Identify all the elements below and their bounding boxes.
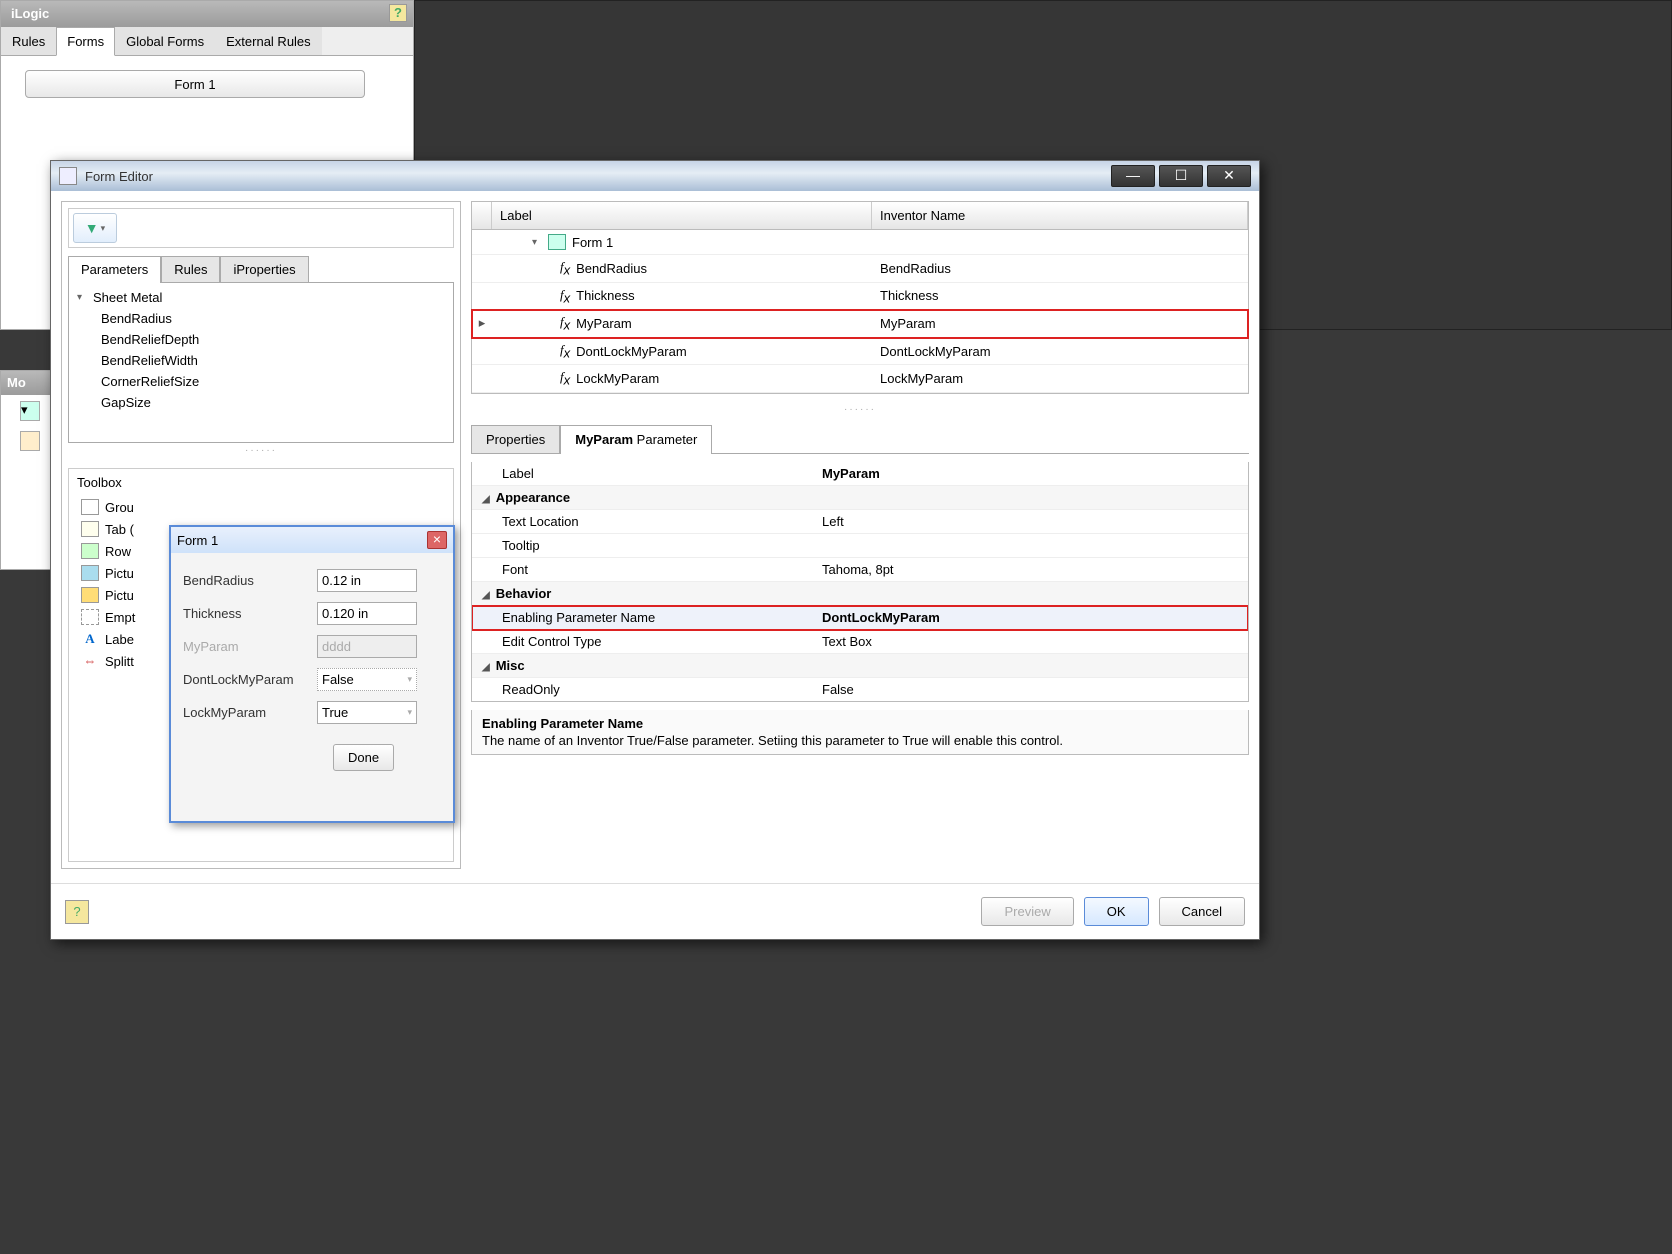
property-description-text: The name of an Inventor True/False param… — [482, 733, 1238, 748]
form-editor-icon — [59, 167, 77, 185]
tab-icon — [81, 521, 99, 537]
tree-node-sheet-metal[interactable]: ▾ Sheet Metal — [73, 287, 449, 308]
property-description-title: Enabling Parameter Name — [482, 716, 1238, 731]
filter-icon[interactable]: ▾ — [20, 401, 40, 421]
parameters-tree[interactable]: ▾ Sheet Metal BendRadius BendReliefDepth… — [68, 283, 454, 443]
toolbox-item-group[interactable]: Grou — [77, 496, 445, 518]
help-icon[interactable]: ? — [389, 4, 407, 22]
maximize-button[interactable]: ☐ — [1159, 165, 1203, 187]
form1-label: LockMyParam — [183, 705, 311, 720]
collapse-icon[interactable]: ◢ — [482, 662, 490, 673]
form1-label: MyParam — [183, 639, 311, 654]
form-icon — [548, 234, 566, 250]
thickness-field[interactable] — [317, 602, 417, 625]
part-icon[interactable] — [20, 431, 40, 451]
form-editor-window: Form Editor — ☐ ✕ ▼ ▾ Parameters Rules i… — [50, 160, 1260, 940]
tree-row-param[interactable]: fxLockMyParam LockMyParam — [472, 365, 1248, 393]
row-icon — [81, 543, 99, 559]
tab-global-forms[interactable]: Global Forms — [115, 27, 215, 55]
picture-folder-icon — [81, 587, 99, 603]
splitter-icon: ⇔ — [81, 653, 99, 669]
form1-label: Thickness — [183, 606, 311, 621]
tab-forms[interactable]: Forms — [56, 27, 115, 56]
form1-title-text: Form 1 — [177, 533, 218, 548]
close-icon[interactable]: × — [427, 531, 447, 549]
form-button[interactable]: Form 1 — [25, 70, 365, 98]
fx-icon: fx — [560, 369, 570, 388]
form1-label: BendRadius — [183, 573, 311, 588]
help-button[interactable]: ? — [65, 900, 89, 924]
form-editor-titlebar[interactable]: Form Editor — ☐ ✕ — [51, 161, 1259, 191]
fx-icon: fx — [560, 314, 570, 333]
chevron-down-icon: ▾ — [407, 674, 412, 685]
picture-icon — [81, 565, 99, 581]
ilogic-tabs: Rules Forms Global Forms External Rules — [1, 27, 413, 56]
myparam-field — [317, 635, 417, 658]
dontlockmyparam-select[interactable]: False▾ — [317, 668, 417, 691]
tab-properties[interactable]: Properties — [471, 425, 560, 453]
done-button[interactable]: Done — [333, 744, 394, 771]
tab-rules[interactable]: Rules — [161, 256, 220, 282]
property-description: Enabling Parameter Name The name of an I… — [471, 710, 1249, 755]
minimize-button[interactable]: — — [1111, 165, 1155, 187]
fx-icon: fx — [560, 342, 570, 361]
tree-item[interactable]: GapSize — [73, 392, 449, 413]
column-header-label[interactable]: Label — [492, 202, 872, 229]
tree-item[interactable]: CornerReliefSize — [73, 371, 449, 392]
label-icon: A — [81, 631, 99, 647]
chevron-down-icon: ▾ — [532, 237, 542, 248]
gutter-header — [472, 202, 492, 229]
chevron-down-icon: ▾ — [407, 707, 412, 718]
tab-parameters[interactable]: Parameters — [68, 256, 161, 283]
close-button[interactable]: ✕ — [1207, 165, 1251, 187]
empty-icon — [81, 609, 99, 625]
form-editor-title: Form Editor — [85, 169, 1103, 184]
lockmyparam-select[interactable]: True▾ — [317, 701, 417, 724]
tree-row-param[interactable]: fxDontLockMyParam DontLockMyParam — [472, 338, 1248, 366]
form-tree-table: Label Inventor Name ▾Form 1 fxBendRadius… — [471, 201, 1249, 394]
funnel-icon: ▼ — [85, 220, 99, 236]
property-enabling-parameter[interactable]: Enabling Parameter NameDontLockMyParam — [472, 606, 1248, 630]
form1-dialog: Form 1 × BendRadius Thickness MyParam Do… — [169, 525, 455, 823]
form-button-label: Form 1 — [174, 77, 215, 92]
splitter[interactable]: ······ — [471, 402, 1249, 417]
ok-button[interactable]: OK — [1084, 897, 1149, 926]
tab-parameter[interactable]: MyParam Parameter — [560, 425, 712, 454]
splitter[interactable]: ······ — [68, 443, 454, 458]
forms-list: Form 1 — [1, 56, 413, 112]
toolbox-title: Toolbox — [73, 473, 449, 492]
chevron-down-icon: ▾ — [101, 223, 106, 234]
ilogic-title-bar: iLogic ? — [1, 1, 413, 27]
tab-external-rules[interactable]: External Rules — [215, 27, 322, 55]
row-indicator-icon: ▸ — [472, 315, 492, 331]
form1-label: DontLockMyParam — [183, 672, 311, 687]
cancel-button[interactable]: Cancel — [1159, 897, 1245, 926]
collapse-icon[interactable]: ◢ — [482, 590, 490, 601]
filter-button[interactable]: ▼ ▾ — [73, 213, 117, 243]
tab-rules[interactable]: Rules — [1, 27, 56, 55]
tree-row-param-selected[interactable]: ▸ fxMyParam MyParam — [472, 310, 1248, 338]
property-grid[interactable]: LabelMyParam ◢Appearance Text LocationLe… — [471, 462, 1249, 702]
preview-button[interactable]: Preview — [981, 897, 1073, 926]
tree-item[interactable]: BendRadius — [73, 308, 449, 329]
tree-row-form[interactable]: ▾Form 1 — [472, 230, 1248, 255]
fx-icon: fx — [560, 287, 570, 306]
ilogic-title-text: iLogic — [11, 6, 49, 21]
bendradius-field[interactable] — [317, 569, 417, 592]
chevron-down-icon: ▾ — [77, 292, 87, 303]
tree-row-param[interactable]: fxThickness Thickness — [472, 283, 1248, 311]
tree-item[interactable]: BendReliefDepth — [73, 329, 449, 350]
tree-item[interactable]: BendReliefWidth — [73, 350, 449, 371]
editor-footer: ? Preview OK Cancel — [51, 883, 1259, 939]
form1-titlebar[interactable]: Form 1 × — [171, 527, 453, 553]
collapse-icon[interactable]: ◢ — [482, 494, 490, 505]
column-header-inventor-name[interactable]: Inventor Name — [872, 202, 1248, 229]
group-icon — [81, 499, 99, 515]
fx-icon: fx — [560, 259, 570, 278]
tab-iproperties[interactable]: iProperties — [220, 256, 308, 282]
editor-right-pane: Label Inventor Name ▾Form 1 fxBendRadius… — [471, 201, 1249, 869]
tree-node-label: Sheet Metal — [93, 290, 162, 305]
tree-row-param[interactable]: fxBendRadius BendRadius — [472, 255, 1248, 283]
